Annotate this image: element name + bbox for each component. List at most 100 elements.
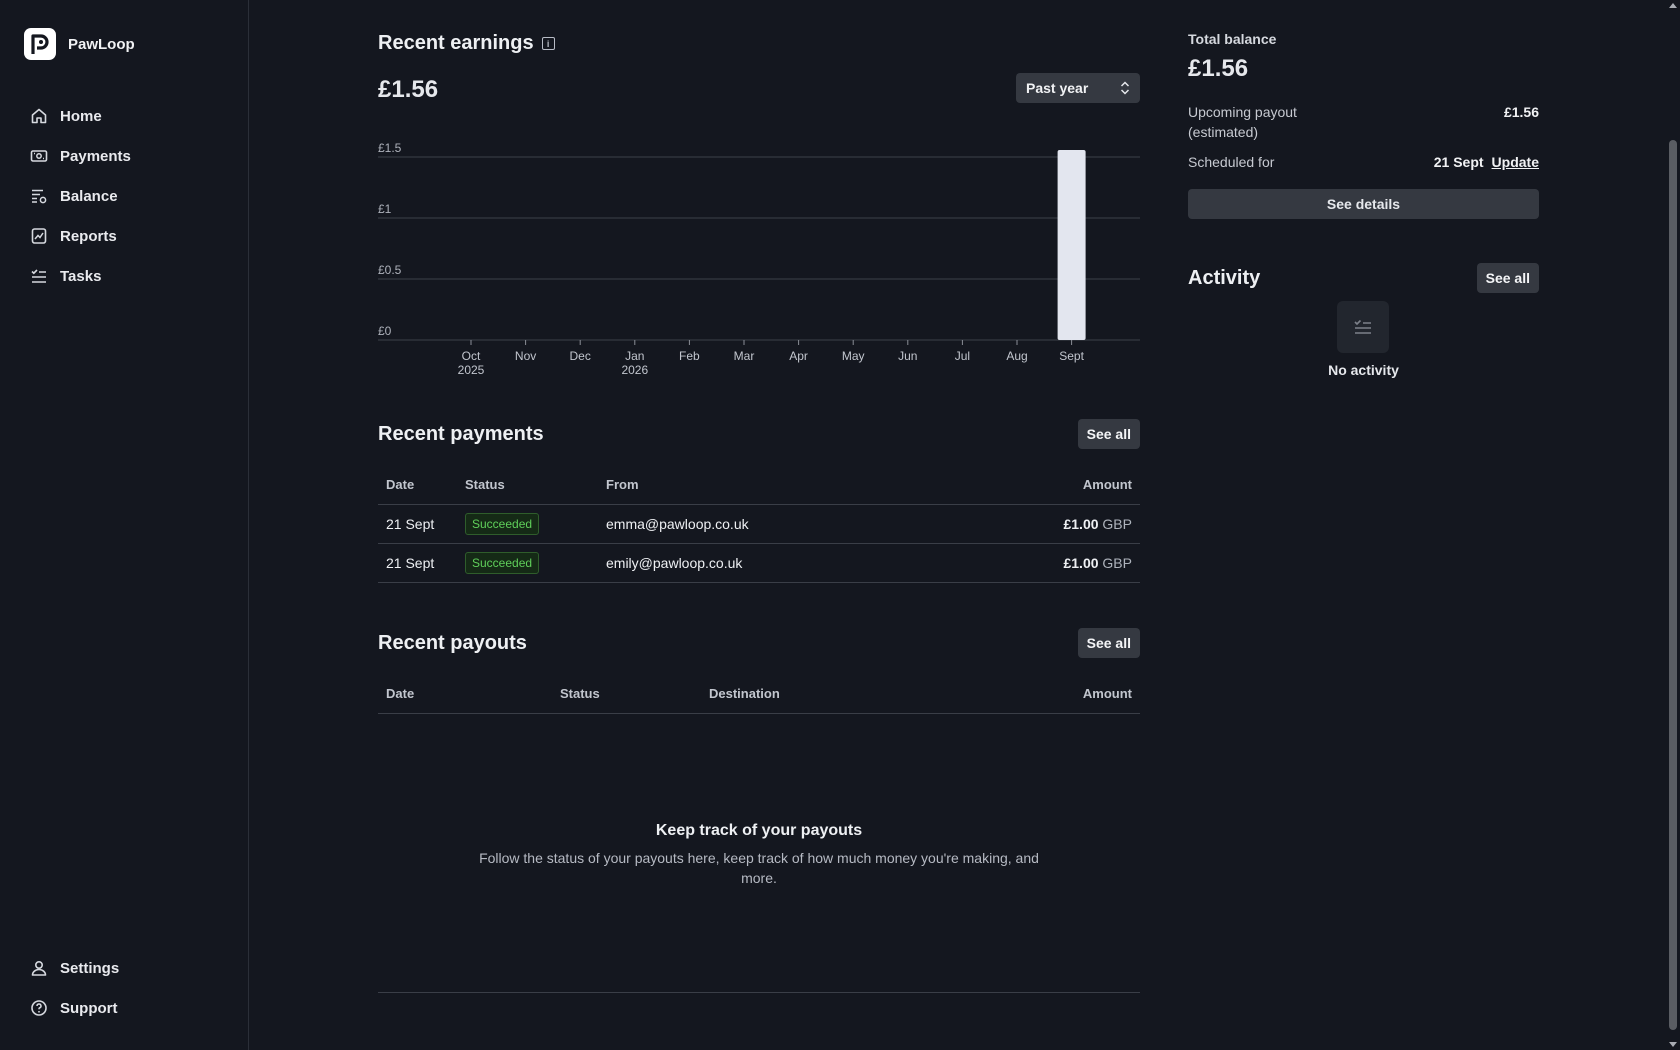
x-tick-sublabel: 2026 <box>621 363 648 377</box>
payment-amount: £1.00 <box>1063 554 1099 571</box>
earnings-chart: £0 £0.5 £1 £1.5 Oct2025 Nov Dec Jan2026 Feb Mar Ap… <box>378 141 1140 377</box>
y-tick-label: £0 <box>378 324 392 338</box>
nav-item-balance[interactable]: Balance <box>30 184 131 208</box>
column-header[interactable]: Status <box>457 466 598 505</box>
scheduled-label: Scheduled for <box>1188 154 1275 170</box>
balance-value: £1.56 <box>1188 55 1249 82</box>
payouts-title: Recent payouts <box>378 631 527 654</box>
sidebar: PawLoop Home Payments Balance Reports Ta… <box>0 0 249 1050</box>
nav-item-reports[interactable]: Reports <box>30 224 131 248</box>
column-header[interactable]: Amount <box>951 675 1140 714</box>
bottom-nav: Settings Support <box>30 956 119 1036</box>
banknote-icon <box>30 150 48 162</box>
scheduled-row: Scheduled for 21 Sept Update <box>1188 154 1539 170</box>
nav-label-support: Support <box>60 999 118 1017</box>
payments-table: Date Status From Amount 21 Sept Succeede… <box>378 466 1140 583</box>
nav-item-home[interactable]: Home <box>30 104 131 128</box>
payments-header: Recent payments See all <box>378 419 1140 449</box>
x-tick-label: Mar <box>734 349 755 363</box>
scheduled-value: 21 Sept <box>1433 154 1484 170</box>
upcoming-payout-row: Upcoming payout (estimated) £1.56 <box>1188 102 1539 142</box>
column-header[interactable]: From <box>598 466 952 505</box>
nav-label-reports: Reports <box>60 227 117 245</box>
column-header[interactable]: Date <box>378 675 552 714</box>
x-tick-label: Apr <box>789 349 808 363</box>
payment-status-cell: Succeeded <box>457 504 598 544</box>
payments-see-all-button[interactable]: See all <box>1077 419 1140 449</box>
column-header[interactable]: Date <box>378 466 457 505</box>
payment-date: 21 Sept <box>378 543 457 583</box>
scroll-thumb[interactable] <box>1669 140 1677 1030</box>
divider <box>378 992 1140 993</box>
nav-item-support[interactable]: Support <box>30 996 119 1020</box>
upcoming-payout-value: £1.56 <box>1503 104 1539 120</box>
scroll-down-arrow-icon[interactable] <box>1669 1042 1677 1047</box>
payment-amount-cell: £1.00 GBP <box>951 543 1140 583</box>
upcoming-payout-label: Upcoming payout <box>1188 104 1297 120</box>
brand[interactable]: PawLoop <box>24 28 135 60</box>
payment-status-cell: Succeeded <box>457 543 598 583</box>
activity-empty-icon-box <box>1337 301 1389 353</box>
table-row[interactable]: 21 Sept Succeeded emma@pawloop.co.uk £1.… <box>378 504 1140 544</box>
scheduled-value-group: 21 Sept Update <box>1434 154 1539 170</box>
empty-title: Keep track of your payouts <box>655 822 863 839</box>
payouts-header: Recent payouts See all <box>378 628 1140 658</box>
payouts-empty-state: Keep track of your payouts Follow the st… <box>378 822 1140 888</box>
column-header[interactable]: Destination <box>701 675 952 714</box>
tasks-icon <box>1354 319 1371 334</box>
payment-amount: £1.00 <box>1063 515 1099 532</box>
nav-label-tasks: Tasks <box>60 267 102 285</box>
x-tick-label: Dec <box>570 349 591 363</box>
payouts-see-all-button[interactable]: See all <box>1077 628 1140 658</box>
column-header[interactable]: Status <box>552 675 701 714</box>
x-tick-label: Jan <box>625 349 644 363</box>
x-tick-label: May <box>842 349 865 363</box>
table-row[interactable]: 21 Sept Succeeded emily@pawloop.co.uk £1… <box>378 543 1140 583</box>
y-tick-label: £1 <box>378 202 392 216</box>
x-tick-label: Jul <box>955 349 970 363</box>
activity-header: Activity See all <box>1188 263 1539 293</box>
chart-bar <box>1057 150 1086 340</box>
user-icon <box>31 960 47 976</box>
balance-label: Total balance <box>1188 31 1277 47</box>
earnings-total: £1.56 <box>378 76 439 103</box>
nav-label-settings: Settings <box>60 959 120 977</box>
payments-title: Recent payments <box>378 422 544 445</box>
nav-item-settings[interactable]: Settings <box>30 956 119 980</box>
info-icon[interactable]: i <box>541 37 555 50</box>
scrollbar[interactable] <box>1666 0 1680 1050</box>
range-select[interactable]: Past year <box>1016 73 1140 103</box>
balance-icon <box>32 189 47 204</box>
reports-icon <box>31 228 47 244</box>
payment-currency: GBP <box>1102 554 1132 571</box>
column-header[interactable]: Amount <box>951 466 1140 505</box>
x-tick-sublabel: 2025 <box>458 363 485 377</box>
x-tick-label: Nov <box>515 349 536 363</box>
help-icon <box>31 1000 47 1016</box>
home-icon <box>31 108 47 124</box>
nav-item-tasks[interactable]: Tasks <box>30 264 131 288</box>
x-tick-label: Aug <box>1006 349 1027 363</box>
main-nav: Home Payments Balance Reports Tasks <box>30 104 131 304</box>
activity-title: Activity <box>1188 266 1261 289</box>
upcoming-payout-sublabel: (estimated) <box>1188 124 1259 140</box>
chevron-updown-icon <box>1120 81 1130 95</box>
brand-name: PawLoop <box>68 35 135 53</box>
x-tick-label: Oct <box>462 349 481 363</box>
status-badge: Succeeded <box>465 512 540 535</box>
see-details-button[interactable]: See details <box>1188 189 1539 219</box>
status-badge: Succeeded <box>465 551 540 574</box>
earnings-header: Recent earnings i <box>378 32 555 55</box>
payment-amount-cell: £1.00 GBP <box>951 504 1140 544</box>
scroll-up-arrow-icon[interactable] <box>1669 3 1677 8</box>
update-link[interactable]: Update <box>1492 154 1539 170</box>
y-tick-label: £0.5 <box>378 263 402 277</box>
nav-item-payments[interactable]: Payments <box>30 144 131 168</box>
earnings-title: Recent earnings <box>378 32 534 54</box>
activity-see-all-button[interactable]: See all <box>1476 263 1539 293</box>
payment-from: emily@pawloop.co.uk <box>598 543 952 583</box>
x-tick-label: Feb <box>679 349 700 363</box>
no-activity-text: No activity <box>1328 362 1399 378</box>
brand-logo-icon <box>24 28 56 60</box>
payment-date: 21 Sept <box>378 504 457 544</box>
